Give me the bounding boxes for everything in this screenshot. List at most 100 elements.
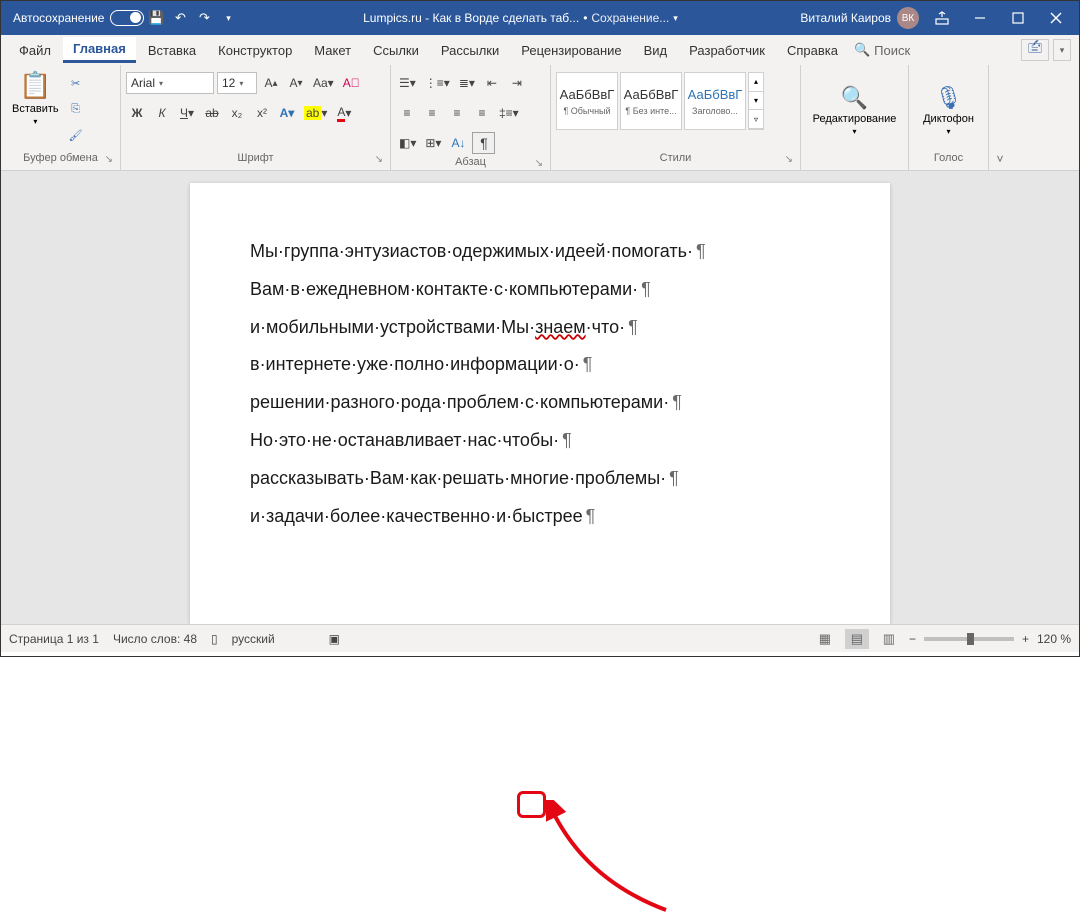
shading-button[interactable]: ◧▾ bbox=[396, 132, 419, 154]
dialog-launcher-icon[interactable]: ↘ bbox=[785, 154, 793, 165]
line-spacing-button[interactable]: ‡≡▾ bbox=[496, 102, 522, 124]
titlebar: Автосохранение 💾 ↶ ↷ ▾ Lumpics.ru - Как … bbox=[1, 1, 1079, 35]
numbering-button[interactable]: ⋮≡▾ bbox=[422, 72, 453, 94]
superscript-button[interactable]: x² bbox=[251, 102, 273, 124]
tab-mailings[interactable]: Рассылки bbox=[431, 39, 509, 62]
bold-button[interactable]: Ж bbox=[126, 102, 148, 124]
print-layout-button[interactable]: ▤ bbox=[845, 629, 869, 649]
page-status[interactable]: Страница 1 из 1 bbox=[9, 632, 99, 646]
qat-dropdown-icon[interactable]: ▾ bbox=[219, 9, 237, 27]
align-center-button[interactable]: ≡ bbox=[421, 102, 443, 124]
undo-icon[interactable]: ↶ bbox=[171, 9, 189, 27]
dialog-launcher-icon[interactable]: ↘ bbox=[535, 158, 543, 169]
comments-dropdown[interactable]: ▾ bbox=[1053, 39, 1071, 61]
dialog-launcher-icon[interactable]: ↘ bbox=[105, 154, 113, 165]
dialog-launcher-icon[interactable]: ↘ bbox=[375, 154, 383, 165]
avatar: ВК bbox=[897, 7, 919, 29]
tab-design[interactable]: Конструктор bbox=[208, 39, 302, 62]
read-mode-button[interactable]: ▦ bbox=[813, 629, 837, 649]
tab-developer[interactable]: Разработчик bbox=[679, 39, 775, 62]
font-color-button[interactable]: A▾ bbox=[333, 102, 355, 124]
italic-button[interactable]: К bbox=[151, 102, 173, 124]
group-styles: АаБбВвГ¶ Обычный АаБбВвГ¶ Без инте... Аа… bbox=[551, 65, 801, 170]
group-font: Arial▾ 12▾ A▴ A▾ Aa▾ A⃠ Ж К Ч▾ ab x₂ x² … bbox=[121, 65, 391, 170]
paste-button[interactable]: 📋 Вставить ▾ bbox=[6, 68, 65, 128]
subscript-button[interactable]: x₂ bbox=[226, 102, 248, 124]
tab-layout[interactable]: Макет bbox=[304, 39, 361, 62]
word-count[interactable]: Число слов: 48 bbox=[113, 632, 197, 646]
clipboard-label: Буфер обмена bbox=[23, 152, 98, 164]
autosave-toggle[interactable] bbox=[110, 10, 144, 26]
show-hide-pilcrow-button[interactable]: ¶ bbox=[472, 132, 495, 154]
multilevel-button[interactable]: ≣▾ bbox=[456, 72, 478, 94]
window-title: Lumpics.ru - Как в Ворде сделать таб... … bbox=[240, 11, 800, 25]
sort-button[interactable]: A↓ bbox=[447, 132, 469, 154]
increase-indent-button[interactable]: ⇥ bbox=[506, 72, 528, 94]
style-normal[interactable]: АаБбВвГ¶ Обычный bbox=[556, 72, 618, 130]
group-paragraph: ☰▾ ⋮≡▾ ≣▾ ⇤ ⇥ ≡ ≡ ≡ ≡ ‡≡▾ ◧▾ ⊞▾ A↓ ¶ Абз… bbox=[391, 65, 551, 170]
cut-button[interactable]: ✂ bbox=[65, 72, 87, 94]
copy-button[interactable]: ⎘ bbox=[65, 98, 87, 120]
share-button[interactable]: 🖆 bbox=[1021, 39, 1049, 61]
maximize-icon[interactable] bbox=[999, 1, 1037, 35]
decrease-indent-button[interactable]: ⇤ bbox=[481, 72, 503, 94]
brush-icon: 🖌 bbox=[68, 127, 84, 143]
align-right-button[interactable]: ≡ bbox=[446, 102, 468, 124]
tab-references[interactable]: Ссылки bbox=[363, 39, 429, 62]
collapse-ribbon-button[interactable]: ˅ bbox=[989, 65, 1011, 170]
tab-home[interactable]: Главная bbox=[63, 37, 136, 63]
text-effects-button[interactable]: A▾ bbox=[276, 102, 298, 124]
web-layout-button[interactable]: ▥ bbox=[877, 629, 901, 649]
close-icon[interactable] bbox=[1037, 1, 1075, 35]
strike-button[interactable]: ab bbox=[201, 102, 223, 124]
editing-dropdown[interactable]: 🔍 Редактирование ▾ bbox=[807, 83, 903, 138]
font-size-combo[interactable]: 12▾ bbox=[217, 72, 257, 94]
paste-label: Вставить bbox=[12, 103, 59, 115]
zoom-in-button[interactable]: + bbox=[1022, 632, 1029, 646]
redo-icon[interactable]: ↷ bbox=[195, 9, 213, 27]
minimize-icon[interactable] bbox=[961, 1, 999, 35]
group-editing: 🔍 Редактирование ▾ bbox=[801, 65, 909, 170]
underline-button[interactable]: Ч▾ bbox=[176, 102, 198, 124]
spell-check-icon[interactable]: ▯ bbox=[211, 632, 218, 646]
document-text[interactable]: Мы·группа·энтузиастов·одержимых·идеей·по… bbox=[250, 233, 830, 535]
save-icon[interactable]: 💾 bbox=[147, 9, 165, 27]
grow-font-button[interactable]: A▴ bbox=[260, 72, 282, 94]
justify-button[interactable]: ≡ bbox=[471, 102, 493, 124]
shrink-font-button[interactable]: A▾ bbox=[285, 72, 307, 94]
ribbon: 📋 Вставить ▾ ✂ ⎘ 🖌 Буфер обмена ↘ Arial▾ … bbox=[1, 65, 1079, 171]
ribbon-display-options-icon[interactable] bbox=[923, 1, 961, 35]
align-left-button[interactable]: ≡ bbox=[396, 102, 418, 124]
style-nospacing[interactable]: АаБбВвГ¶ Без инте... bbox=[620, 72, 682, 130]
dictate-button[interactable]: 🎙 Диктофон ▾ bbox=[917, 83, 980, 138]
tab-view[interactable]: Вид bbox=[634, 39, 678, 62]
tab-help[interactable]: Справка bbox=[777, 39, 848, 62]
saving-status: Сохранение... bbox=[591, 11, 669, 25]
font-label: Шрифт bbox=[237, 152, 273, 164]
zoom-out-button[interactable]: − bbox=[909, 632, 916, 646]
paragraph-label: Абзац bbox=[455, 156, 486, 168]
search-box[interactable]: 🔍 Поиск bbox=[854, 42, 910, 58]
change-case-button[interactable]: Aa▾ bbox=[310, 72, 337, 94]
macro-icon[interactable]: ▣ bbox=[329, 632, 340, 646]
style-heading1[interactable]: АаБбВвГЗаголово... bbox=[684, 72, 746, 130]
tab-review[interactable]: Рецензирование bbox=[511, 39, 631, 62]
bullets-button[interactable]: ☰▾ bbox=[396, 72, 419, 94]
editing-label: Редактирование bbox=[813, 113, 897, 125]
user-area[interactable]: Виталий Каиров ВК bbox=[800, 7, 919, 29]
styles-gallery-scroll[interactable]: ▴▾▿ bbox=[748, 72, 764, 130]
format-painter-button[interactable]: 🖌 bbox=[65, 124, 87, 146]
borders-button[interactable]: ⊞▾ bbox=[422, 132, 444, 154]
font-name-combo[interactable]: Arial▾ bbox=[126, 72, 214, 94]
search-icon: 🔍 bbox=[854, 42, 870, 58]
tab-insert[interactable]: Вставка bbox=[138, 39, 206, 62]
highlight-button[interactable]: ab▾ bbox=[301, 102, 330, 124]
document-area[interactable]: Мы·группа·энтузиастов·одержимых·идеей·по… bbox=[1, 171, 1079, 624]
tab-file[interactable]: Файл bbox=[9, 39, 61, 62]
language-status[interactable]: русский bbox=[232, 632, 275, 646]
user-name: Виталий Каиров bbox=[800, 11, 891, 25]
find-icon: 🔍 bbox=[841, 85, 868, 111]
zoom-slider[interactable] bbox=[924, 637, 1014, 641]
zoom-level[interactable]: 120 % bbox=[1037, 632, 1071, 646]
clear-format-button[interactable]: A⃠ bbox=[340, 72, 363, 94]
